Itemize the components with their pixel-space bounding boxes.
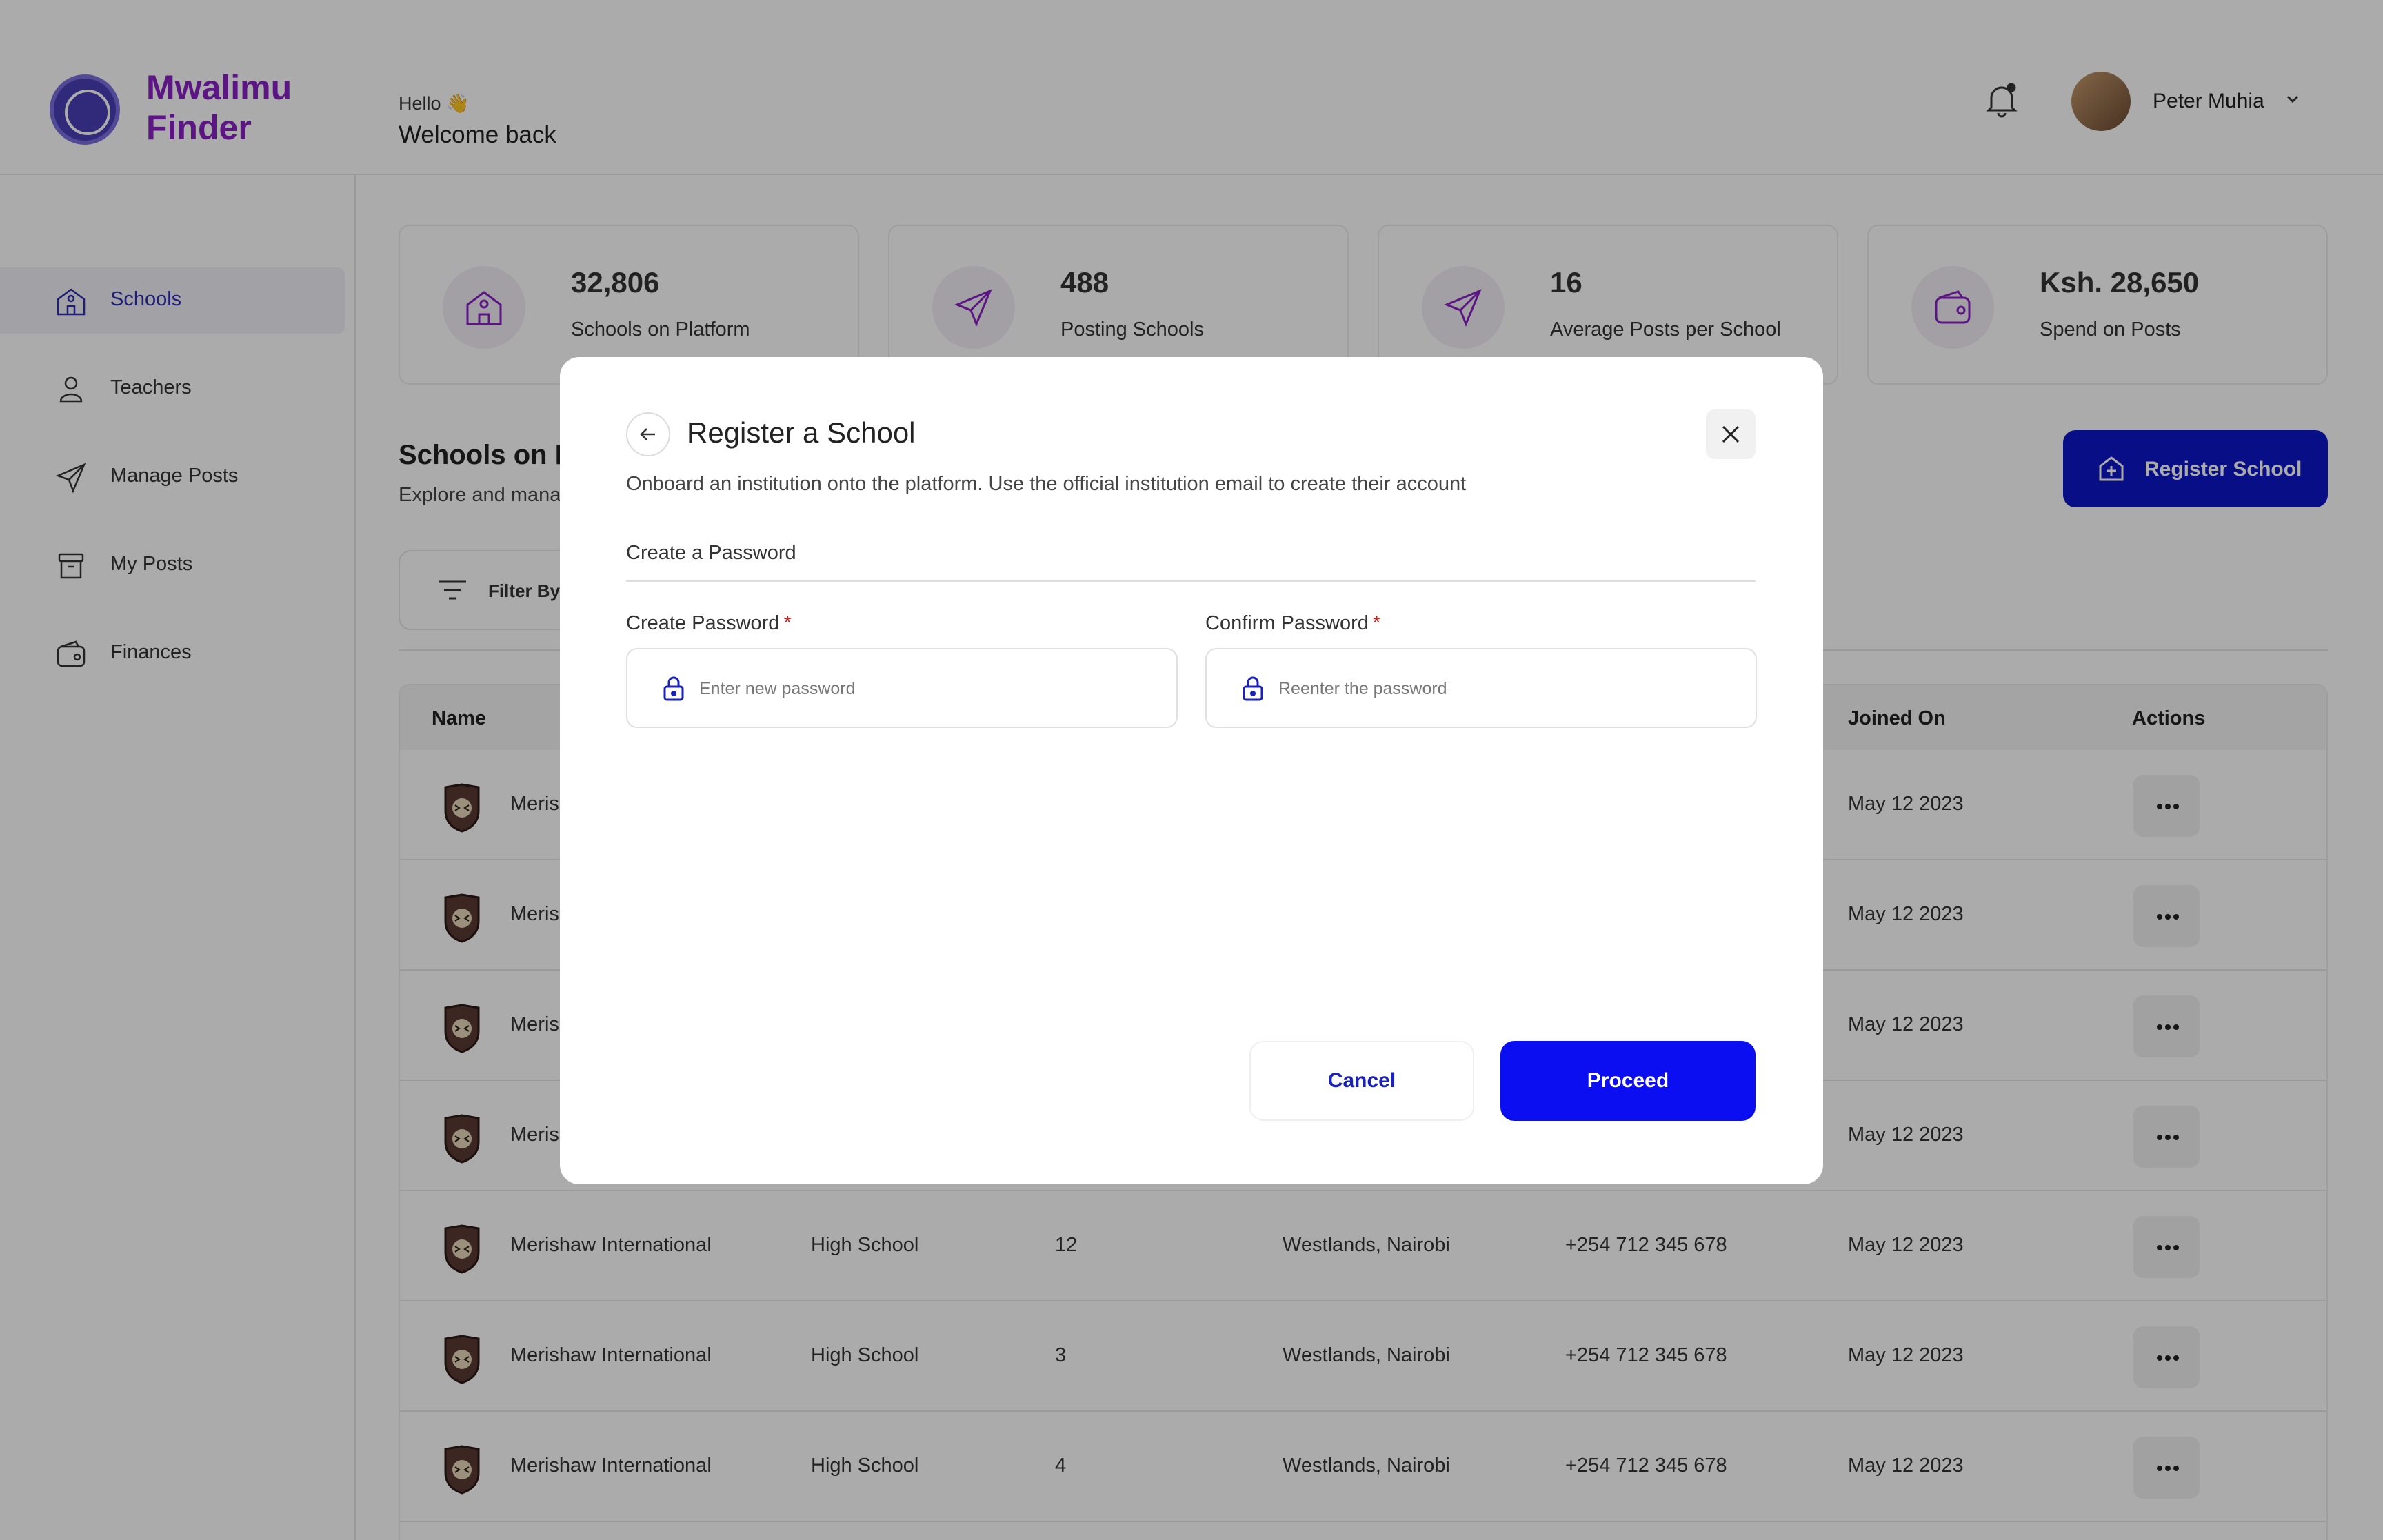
password-input[interactable] — [699, 674, 1140, 703]
cancel-button[interactable]: Cancel — [1249, 1041, 1474, 1121]
confirm-password-label: Confirm Password * — [1205, 612, 1381, 634]
confirm-password-field[interactable] — [1205, 648, 1757, 728]
step-label: Create a Password — [626, 542, 796, 564]
lock-icon — [1243, 676, 1263, 701]
step-divider — [626, 580, 1756, 582]
modal-title: Register a School — [687, 416, 916, 449]
modal-subtitle: Onboard an institution onto the platform… — [626, 473, 1467, 495]
register-school-modal: Register a School Onboard an institution… — [560, 357, 1823, 1184]
required-mark: * — [1372, 612, 1381, 634]
confirm-password-input[interactable] — [1278, 674, 1720, 703]
arrow-left-icon — [640, 428, 655, 440]
close-icon — [1722, 425, 1740, 443]
password-label: Create Password * — [626, 612, 792, 634]
proceed-button[interactable]: Proceed — [1500, 1041, 1756, 1121]
close-button[interactable] — [1706, 409, 1756, 459]
lock-icon — [663, 676, 684, 701]
password-field[interactable] — [626, 648, 1178, 728]
back-button[interactable] — [626, 412, 670, 456]
required-mark: * — [783, 612, 792, 634]
